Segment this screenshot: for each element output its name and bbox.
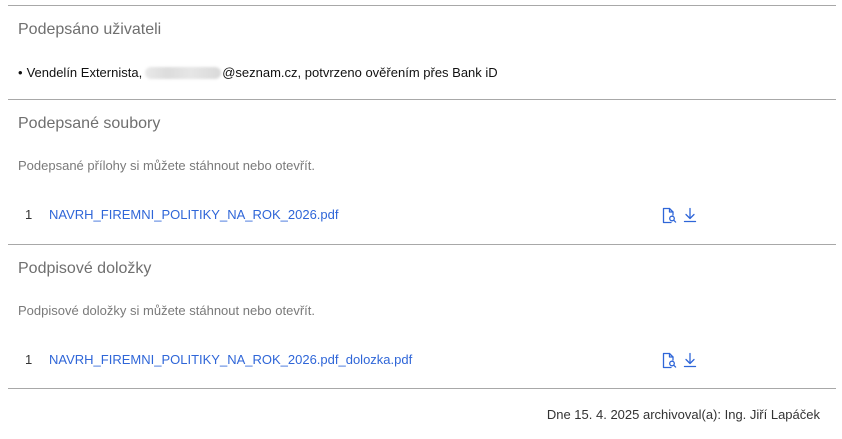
signature-clauses-description: Podpisové doložky si můžete stáhnout neb… [18,303,316,318]
redacted-email [145,67,222,79]
document-search-icon[interactable] [660,351,678,369]
signature-clauses-title: Podpisové doložky [18,260,152,277]
signer-bullet: • [18,65,23,80]
signature-clause-file-link[interactable]: NAVRH_FIREMNI_POLITIKY_NA_ROK_2026.pdf_d… [49,351,412,369]
divider [8,388,836,389]
file-row: 1 NAVRH_FIREMNI_POLITIKY_NA_ROK_2026.pdf [0,204,842,226]
divider [8,244,836,245]
document-search-icon[interactable] [660,206,678,224]
signer-item: • Vendelín Externista, @seznam.cz, potvr… [18,64,498,82]
download-icon[interactable] [681,351,699,369]
file-index: 1 [25,352,33,367]
signer-name: Vendelín Externista, [26,65,143,80]
signed-files-title: Podepsané soubory [18,115,161,132]
signed-file-link[interactable]: NAVRH_FIREMNI_POLITIKY_NA_ROK_2026.pdf [49,206,339,224]
signer-email-and-verification: @seznam.cz, potvrzeno ověřením přes Bank… [222,65,498,80]
divider [8,5,836,6]
file-index: 1 [25,207,33,222]
signed-by-title: Podepsáno uživateli [18,21,162,38]
archived-by-text: Dne 15. 4. 2025 archivoval(a): Ing. Jiří… [546,407,820,422]
divider [8,99,836,100]
download-icon[interactable] [681,206,699,224]
file-row: 1 NAVRH_FIREMNI_POLITIKY_NA_ROK_2026.pdf… [0,349,842,371]
signed-files-description: Podepsané přílohy si můžete stáhnout neb… [18,158,316,173]
